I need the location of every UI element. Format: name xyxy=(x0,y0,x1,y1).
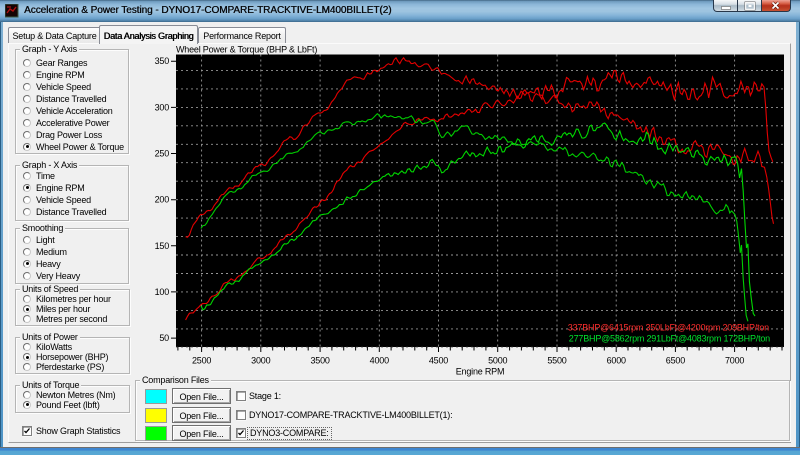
svg-text:200: 200 xyxy=(155,195,170,205)
svg-text:2500: 2500 xyxy=(192,356,211,366)
svg-text:250: 250 xyxy=(155,149,170,159)
svg-text:150: 150 xyxy=(155,241,170,251)
svg-text:5500: 5500 xyxy=(547,356,566,366)
svg-text:277BHP@5862rpm 291LbFt@4083rpm: 277BHP@5862rpm 291LbFt@4083rpm 172BHP/to… xyxy=(569,334,770,344)
svg-text:5000: 5000 xyxy=(488,356,507,366)
svg-text:Engine RPM: Engine RPM xyxy=(456,367,505,377)
svg-text:6000: 6000 xyxy=(607,356,626,366)
svg-text:100: 100 xyxy=(155,287,170,297)
svg-text:4500: 4500 xyxy=(429,356,448,366)
svg-text:50: 50 xyxy=(159,333,169,343)
svg-text:4000: 4000 xyxy=(370,356,389,366)
svg-text:Wheel Power & Torque (BHP & Lb: Wheel Power & Torque (BHP & LbFt) xyxy=(176,45,317,55)
svg-text:3500: 3500 xyxy=(310,356,329,366)
svg-text:337BHP@6415rpm 350LbFt@4200rpm: 337BHP@6415rpm 350LbFt@4200rpm 209BHP/to… xyxy=(568,323,769,333)
svg-text:6500: 6500 xyxy=(666,356,685,366)
svg-text:350: 350 xyxy=(155,56,170,66)
svg-text:300: 300 xyxy=(155,102,170,112)
svg-text:3000: 3000 xyxy=(251,356,270,366)
svg-text:7000: 7000 xyxy=(725,356,744,366)
